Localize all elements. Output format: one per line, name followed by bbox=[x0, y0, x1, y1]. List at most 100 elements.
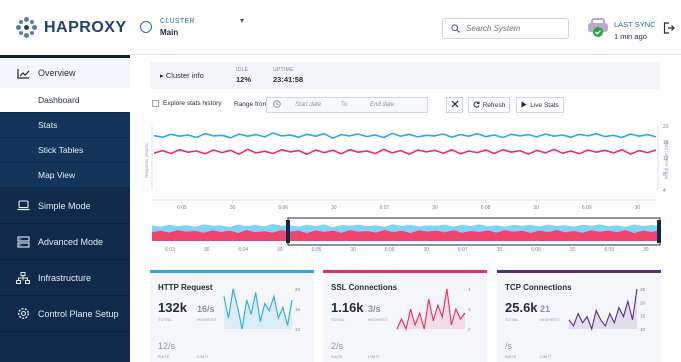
to-label: To bbox=[341, 102, 348, 108]
card-rate-label: RATE bbox=[331, 354, 343, 359]
laptop-icon bbox=[16, 199, 30, 213]
sidebar-subitem-map-view[interactable]: Map View bbox=[0, 163, 130, 188]
uptime-label: UPTIME bbox=[273, 67, 294, 73]
brush-handle-left bbox=[286, 220, 290, 243]
sidebar-item-simple-mode[interactable]: Simple Mode bbox=[0, 188, 130, 224]
y-tick-label: 16 bbox=[663, 140, 669, 146]
sidebar-subitem-stick-tables[interactable]: Stick Tables bbox=[0, 138, 130, 163]
card-highest-label: HIGHEST bbox=[540, 317, 560, 322]
clock-icon bbox=[273, 100, 281, 110]
y-tick-label: 20 bbox=[663, 124, 669, 130]
sidebar-subitem-dashboard[interactable]: Dashboard bbox=[0, 88, 130, 113]
overview-tick-label: 30 bbox=[423, 247, 429, 253]
sidebar-item-label: Simple Mode bbox=[38, 200, 91, 211]
overview-tick-label: 6:09 bbox=[604, 247, 614, 253]
uptime-value: 23:41:58 bbox=[273, 75, 304, 84]
sidebar-item-infrastructure[interactable]: Infrastructure bbox=[0, 260, 130, 296]
overview-tick-label: 30 bbox=[277, 247, 283, 253]
explore-history-label: Explore stats history bbox=[163, 100, 222, 107]
cluster-value: Main bbox=[160, 28, 179, 37]
cluster-selector[interactable]: CLUSTER Main bbox=[140, 18, 195, 37]
sidebar-item-label: Advanced Mode bbox=[38, 236, 104, 247]
sidebar-item-label: Control Plane Setup bbox=[38, 308, 119, 319]
last-sync: LAST SYNC 1 min ago bbox=[614, 20, 656, 41]
x-tick-label: 30 bbox=[230, 205, 236, 211]
end-date-placeholder[interactable]: End date bbox=[370, 102, 394, 108]
checkbox-box[interactable] bbox=[152, 100, 159, 107]
logo[interactable]: HAPROXY bbox=[0, 0, 130, 55]
sparkline-tick-label: 15 bbox=[640, 314, 646, 319]
live-stats-label: Live Stats bbox=[530, 101, 559, 109]
clear-button[interactable] bbox=[446, 97, 463, 113]
card-highest-label: HIGHEST bbox=[197, 317, 217, 322]
overview-tick-label: 6:07 bbox=[458, 247, 468, 253]
sidebar-item-control-plane-setup[interactable]: Control Plane Setup bbox=[0, 296, 130, 332]
sidebar-item-advanced-mode[interactable]: Advanced Mode bbox=[0, 224, 130, 260]
traffic-line-chart: Requests (reqs/s) Data transfer (kB/s)201… bbox=[144, 124, 669, 253]
logout-icon[interactable] bbox=[663, 21, 675, 34]
sparkline-tick-label: 4 bbox=[468, 287, 471, 292]
search-box[interactable] bbox=[442, 18, 569, 39]
search-input[interactable] bbox=[466, 24, 566, 33]
card-limit-label: LIMIT bbox=[197, 354, 209, 359]
stat-card-tcp: TCP Connections 25.6k 21 TOTAL HIGHEST /… bbox=[497, 270, 661, 362]
overview-tick-label: 6:06 bbox=[385, 247, 395, 253]
overview-tick-label: 6:04 bbox=[238, 247, 248, 253]
y-tick-label: 4 bbox=[663, 188, 666, 194]
explore-history-checkbox[interactable]: Explore stats history bbox=[152, 100, 222, 107]
sidebar-subitem-stats[interactable]: Stats bbox=[0, 113, 130, 138]
cluster-info-toggle[interactable]: ▸ Cluster info bbox=[160, 71, 236, 80]
overview-tick-label: 6:08 bbox=[531, 247, 541, 253]
last-sync-label: LAST SYNC bbox=[614, 20, 656, 29]
x-tick-label: 6:05 bbox=[177, 205, 187, 211]
card-highest-label: HIGHEST bbox=[368, 317, 388, 322]
card-highest: 3/s bbox=[368, 304, 381, 314]
live-stats-button[interactable]: Live Stats bbox=[516, 97, 564, 113]
card-limit-label: LIMIT bbox=[540, 354, 552, 359]
cluster-label: CLUSTER bbox=[160, 18, 195, 25]
y-axis-label-left: Requests (reqs/s) bbox=[144, 142, 149, 178]
card-title: TCP Connections bbox=[505, 283, 572, 292]
sidebar-subitem-label: Stick Tables bbox=[38, 145, 84, 155]
overview-tick-label: 30 bbox=[570, 247, 576, 253]
card-title: HTTP Request bbox=[158, 283, 213, 292]
sparkline: 4 3 2 bbox=[396, 287, 471, 332]
sidebar-item-label: Overview bbox=[38, 68, 76, 78]
x-tick-label: 30 bbox=[331, 205, 337, 211]
last-sync-value: 1 min ago bbox=[614, 32, 647, 41]
haproxy-logo-icon bbox=[16, 16, 38, 39]
x-tick-label: 6:08 bbox=[481, 205, 491, 211]
gear-icon bbox=[16, 307, 30, 321]
sidebar-item-label: Infrastructure bbox=[38, 272, 92, 283]
card-title: SSL Connections bbox=[331, 283, 398, 292]
x-tick-label: 6:09 bbox=[582, 205, 592, 211]
app: HAPROXY Overview Dashboard Stats Stick T… bbox=[0, 0, 681, 362]
chevron-down-icon[interactable]: ▾ bbox=[240, 16, 244, 25]
start-date-placeholder[interactable]: Start date bbox=[295, 102, 341, 108]
sparkline-tick-label: 25 bbox=[640, 287, 646, 292]
server-icon bbox=[16, 235, 30, 249]
card-rate-label: RATE bbox=[505, 354, 517, 359]
y-tick-label: 8 bbox=[663, 172, 666, 178]
overview-tick-label: 6:05 bbox=[312, 247, 322, 253]
cluster-info-bar: ▸ Cluster info IDLE 12% UPTIME 23:41:58 bbox=[150, 62, 660, 89]
x-tick-label: 30 bbox=[635, 205, 641, 211]
overview-tick-label: 6:03 bbox=[165, 247, 175, 253]
x-tick-label: 6:07 bbox=[380, 205, 390, 211]
overview-tick-label: 30 bbox=[204, 247, 210, 253]
play-icon bbox=[521, 101, 527, 110]
uptime-stat: UPTIME 23:41:58 bbox=[273, 67, 303, 84]
stat-card-ssl: SSL Connections 1.16k 3/s TOTAL HIGHEST … bbox=[323, 270, 487, 362]
sparkline-tick-label: 10 bbox=[640, 327, 646, 332]
sparkline-tick-label: 3 bbox=[468, 307, 471, 312]
top-bar: CLUSTER Main ▾ LAST SYNC 1 min ago bbox=[130, 0, 681, 55]
sparkline: 20 16 12 bbox=[223, 287, 301, 332]
card-total-label: TOTAL bbox=[158, 317, 173, 322]
sidebar-item-overview[interactable]: Overview bbox=[0, 58, 130, 88]
sidebar-nav: Overview Dashboard Stats Stick Tables Ma… bbox=[0, 58, 130, 332]
card-accent-bar bbox=[150, 270, 314, 273]
overview-tick-label: 30 bbox=[643, 247, 649, 253]
series-line-2 bbox=[153, 148, 657, 156]
date-range-input[interactable]: Start date To End date bbox=[266, 97, 428, 113]
refresh-button[interactable]: Refresh bbox=[468, 97, 510, 113]
